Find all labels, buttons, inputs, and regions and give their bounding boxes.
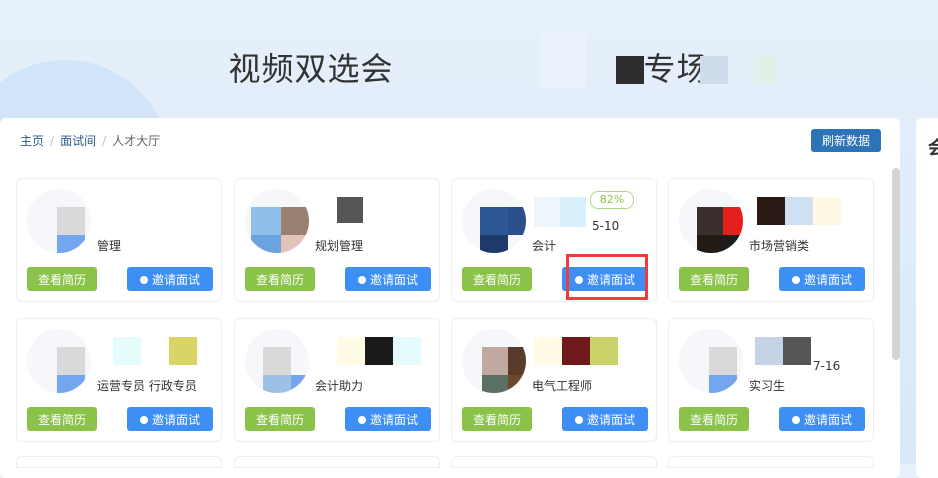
avatar bbox=[679, 329, 743, 393]
job-title: 运营专员 行政专员 bbox=[97, 379, 197, 393]
job-title: 规划管理 bbox=[315, 239, 364, 253]
candidate-card: 7-16 实习生 查看简历 邀请面试 bbox=[668, 318, 874, 442]
view-resume-button[interactable]: 查看简历 bbox=[245, 267, 315, 291]
candidate-card bbox=[668, 456, 874, 468]
title-mosaic bbox=[700, 56, 728, 84]
avatar bbox=[27, 329, 91, 393]
job-title: 市场营销类 bbox=[749, 239, 810, 253]
invite-interview-button[interactable]: 邀请面试 bbox=[562, 407, 648, 431]
avatar bbox=[245, 329, 309, 393]
highlight-box bbox=[566, 254, 648, 300]
candidate-card bbox=[234, 456, 440, 468]
breadcrumb-interview-room[interactable]: 面试间 bbox=[60, 134, 96, 148]
match-badge: 82% bbox=[590, 191, 634, 209]
title-mosaic bbox=[754, 56, 776, 84]
invite-interview-button[interactable]: 邀请面试 bbox=[779, 267, 865, 291]
view-resume-button[interactable]: 查看简历 bbox=[462, 267, 532, 291]
user-icon bbox=[139, 275, 148, 284]
invite-interview-button[interactable]: 邀请面试 bbox=[127, 407, 213, 431]
scrollbar[interactable] bbox=[892, 168, 900, 360]
view-resume-button[interactable]: 查看简历 bbox=[679, 267, 749, 291]
experience-range: 7-16 bbox=[813, 359, 841, 373]
avatar bbox=[245, 189, 309, 253]
avatar bbox=[679, 189, 743, 253]
candidate-card: 管理 查看简历 邀请面试 bbox=[16, 178, 222, 302]
user-icon bbox=[357, 415, 366, 424]
avatar bbox=[27, 189, 91, 253]
invite-interview-button[interactable]: 邀请面试 bbox=[345, 267, 431, 291]
page-title: 视频双选会 专场 bbox=[228, 50, 710, 88]
refresh-button[interactable]: 刷新数据 bbox=[811, 129, 881, 152]
experience-range: 5-10 bbox=[592, 219, 620, 233]
user-icon bbox=[357, 275, 366, 284]
candidate-card: 电气工程师 查看简历 邀请面试 bbox=[451, 318, 657, 442]
candidate-card bbox=[451, 456, 657, 468]
avatar bbox=[462, 189, 526, 253]
job-title: 会计 bbox=[532, 239, 557, 253]
view-resume-button[interactable]: 查看简历 bbox=[679, 407, 749, 431]
breadcrumb: 主页 / 面试间 / 人才大厅 bbox=[20, 134, 161, 148]
candidate-card: 会计助力 查看简历 邀请面试 bbox=[234, 318, 440, 442]
invite-interview-button[interactable]: 邀请面试 bbox=[127, 267, 213, 291]
invite-interview-button[interactable]: 邀请面试 bbox=[345, 407, 431, 431]
user-icon bbox=[791, 275, 800, 284]
breadcrumb-home[interactable]: 主页 bbox=[20, 134, 44, 148]
user-icon bbox=[139, 415, 148, 424]
view-resume-button[interactable]: 查看简历 bbox=[245, 407, 315, 431]
candidate-card: 运营专员 行政专员 查看简历 邀请面试 bbox=[16, 318, 222, 442]
view-resume-button[interactable]: 查看简历 bbox=[462, 407, 532, 431]
user-icon bbox=[574, 415, 583, 424]
job-title: 电气工程师 bbox=[532, 379, 593, 393]
job-title: 实习生 bbox=[749, 379, 786, 393]
view-resume-button[interactable]: 查看简历 bbox=[27, 267, 97, 291]
avatar bbox=[462, 329, 526, 393]
candidate-card: 市场营销类 查看简历 邀请面试 bbox=[668, 178, 874, 302]
job-title: 会计助力 bbox=[315, 379, 364, 393]
title-mosaic bbox=[540, 30, 586, 88]
breadcrumb-current: 人才大厅 bbox=[112, 134, 161, 148]
candidate-card: 规划管理 查看简历 邀请面试 bbox=[234, 178, 440, 302]
side-panel: 会 bbox=[916, 118, 938, 478]
view-resume-button[interactable]: 查看简历 bbox=[27, 407, 97, 431]
job-title: 管理 bbox=[97, 239, 122, 253]
invite-interview-button[interactable]: 邀请面试 bbox=[779, 407, 865, 431]
title-mosaic bbox=[616, 56, 644, 84]
user-icon bbox=[791, 415, 800, 424]
candidate-card bbox=[16, 456, 222, 468]
